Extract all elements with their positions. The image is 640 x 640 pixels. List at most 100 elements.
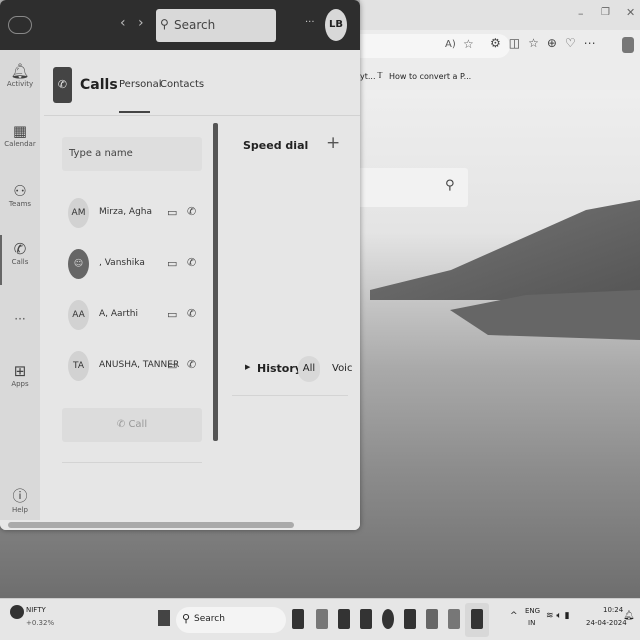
- pane-splitter[interactable]: [213, 123, 218, 441]
- forward-button[interactable]: ›: [138, 15, 144, 31]
- clock-time[interactable]: 10:24: [603, 606, 623, 614]
- close-button[interactable]: ✕: [626, 6, 635, 19]
- language-indicator[interactable]: ENG: [525, 607, 540, 615]
- filter-all[interactable]: All: [298, 356, 320, 382]
- expand-caret-icon[interactable]: ▶: [245, 363, 250, 371]
- tab-personal[interactable]: Personal: [119, 79, 162, 90]
- audio-call-icon[interactable]: ✆: [187, 307, 196, 320]
- terminal-taskbar-icon[interactable]: [404, 609, 416, 629]
- search-icon: ⚲: [160, 17, 169, 31]
- rail-item-teams[interactable]: ⚇ Teams: [0, 182, 40, 208]
- calculator-taskbar-icon[interactable]: [448, 609, 460, 629]
- copilot-icon[interactable]: [622, 37, 634, 53]
- audio-call-icon[interactable]: ✆: [187, 205, 196, 218]
- video-call-icon[interactable]: ▭: [167, 308, 177, 321]
- teams-toggle-icon[interactable]: [8, 16, 32, 34]
- video-call-icon[interactable]: ▭: [167, 206, 177, 219]
- minimize-button[interactable]: –: [578, 7, 584, 20]
- taskbar-app-icon[interactable]: [292, 609, 304, 629]
- audio-call-icon[interactable]: ✆: [187, 358, 196, 371]
- bell-icon: 🔔︎: [10, 62, 30, 80]
- rail-item-calendar[interactable]: ▦ Calendar: [0, 122, 40, 148]
- divider: [44, 115, 360, 116]
- contact-name: , Vanshika: [99, 258, 145, 268]
- browser-toolbar-icons[interactable]: ⚙◫☆⊕♡⋯: [490, 36, 604, 50]
- search-placeholder: Search: [174, 18, 216, 32]
- rail-item-help[interactable]: ⓘ Help: [0, 485, 40, 514]
- person-avatar-icon: ☺: [68, 249, 89, 279]
- filter-voicemail[interactable]: Voic: [332, 363, 352, 374]
- avatar: TA: [68, 351, 89, 381]
- history-heading[interactable]: History: [257, 362, 302, 375]
- tab-contacts[interactable]: Contacts: [160, 79, 204, 90]
- audio-call-icon[interactable]: ✆: [187, 256, 196, 269]
- rail-item-apps[interactable]: ⊞ Apps: [0, 362, 40, 388]
- phone-icon: ✆: [116, 419, 129, 430]
- horizontal-scrollbar[interactable]: [0, 520, 360, 530]
- call-button[interactable]: ✆ Call: [62, 408, 202, 442]
- rail-label: Help: [12, 506, 28, 514]
- edge-taskbar-icon[interactable]: [382, 609, 394, 629]
- taskbar-search[interactable]: ⚲ Search: [176, 607, 286, 633]
- avatar: AA: [68, 300, 89, 330]
- bookmark-pin-icon: 𝕋: [377, 71, 383, 80]
- favorite-star-icon[interactable]: ☆: [463, 37, 474, 51]
- language-region[interactable]: IN: [528, 619, 535, 627]
- rail-item-activity[interactable]: 🔔︎ Activity: [0, 62, 40, 88]
- add-speed-dial-button[interactable]: +: [326, 133, 340, 153]
- taskbar-app-icon[interactable]: [360, 609, 372, 629]
- back-button[interactable]: ‹: [120, 15, 126, 31]
- page-title: Calls: [80, 77, 118, 93]
- speed-dial-heading: Speed dial: [243, 139, 309, 152]
- taskbar-search-label: Search: [194, 614, 225, 624]
- search-icon[interactable]: ⚲: [445, 178, 455, 193]
- widget-name[interactable]: NIFTY: [26, 606, 46, 614]
- taskbar: NIFTY +0.32% ⚲ Search ^ ENG IN ≋ 🔈︎ ▮ 10…: [0, 598, 640, 640]
- search-input[interactable]: ⚲ Search: [156, 9, 276, 42]
- search-icon: ⚲: [182, 612, 191, 625]
- contact-item[interactable]: AA A, Aarthi: [68, 300, 198, 330]
- apps-icon: ⊞: [13, 362, 27, 380]
- phone-icon: ✆: [13, 240, 27, 258]
- name-search-input[interactable]: Type a name: [62, 137, 202, 171]
- divider: [232, 395, 348, 396]
- calendar-icon: ▦: [12, 122, 28, 140]
- rail-more-button[interactable]: ···: [0, 312, 40, 326]
- show-hidden-icons[interactable]: ^: [510, 611, 518, 621]
- start-button[interactable]: [158, 610, 170, 626]
- widget-icon[interactable]: [10, 605, 24, 619]
- video-call-icon[interactable]: ▭: [167, 359, 177, 372]
- rail-label: Teams: [8, 200, 32, 208]
- rail-item-calls[interactable]: ✆ Calls: [0, 240, 40, 266]
- divider: [62, 462, 202, 463]
- network-volume-battery-icons[interactable]: ≋ 🔈︎ ▮: [546, 611, 570, 621]
- teams-taskbar-icon[interactable]: [338, 609, 350, 629]
- more-button[interactable]: ···: [305, 17, 315, 28]
- bookmark[interactable]: How to convert a P...: [389, 72, 471, 81]
- bookmarks-bar: yt... 𝕋 How to convert a P...: [360, 62, 640, 90]
- video-call-icon[interactable]: ▭: [167, 257, 177, 270]
- read-aloud-icon[interactable]: A): [445, 39, 456, 50]
- teams-titlebar: ‹ › ⚲ Search ··· LB: [0, 0, 360, 50]
- avatar[interactable]: LB: [325, 9, 347, 41]
- restore-button[interactable]: ❐: [601, 7, 610, 18]
- rail-label: Activity: [6, 80, 34, 88]
- contact-name: A, Aarthi: [99, 309, 138, 319]
- scrollbar-thumb[interactable]: [8, 522, 294, 528]
- bookmark[interactable]: yt...: [360, 72, 376, 81]
- teams-active-taskbar-icon[interactable]: [465, 603, 489, 637]
- contact-item[interactable]: ☺ , Vanshika: [68, 249, 198, 279]
- contact-item[interactable]: AM Mirza, Agha: [68, 198, 198, 228]
- rail-label: Calendar: [4, 140, 36, 148]
- contact-name: Mirza, Agha: [99, 207, 153, 217]
- contact-item[interactable]: TA ANUSHA, TANNER: [68, 351, 198, 381]
- notification-bell-icon[interactable]: 🔔︎: [623, 611, 634, 621]
- taskbar-app-icon[interactable]: [426, 609, 438, 629]
- calls-main: [40, 50, 360, 520]
- page-search-box[interactable]: ⚲: [355, 168, 468, 207]
- address-bar[interactable]: A) ☆: [360, 34, 510, 58]
- tab-underline: [119, 111, 150, 113]
- clock-date[interactable]: 24-04-2024: [586, 619, 627, 627]
- call-label: Call: [128, 419, 148, 430]
- taskbar-app-icon[interactable]: [316, 609, 328, 629]
